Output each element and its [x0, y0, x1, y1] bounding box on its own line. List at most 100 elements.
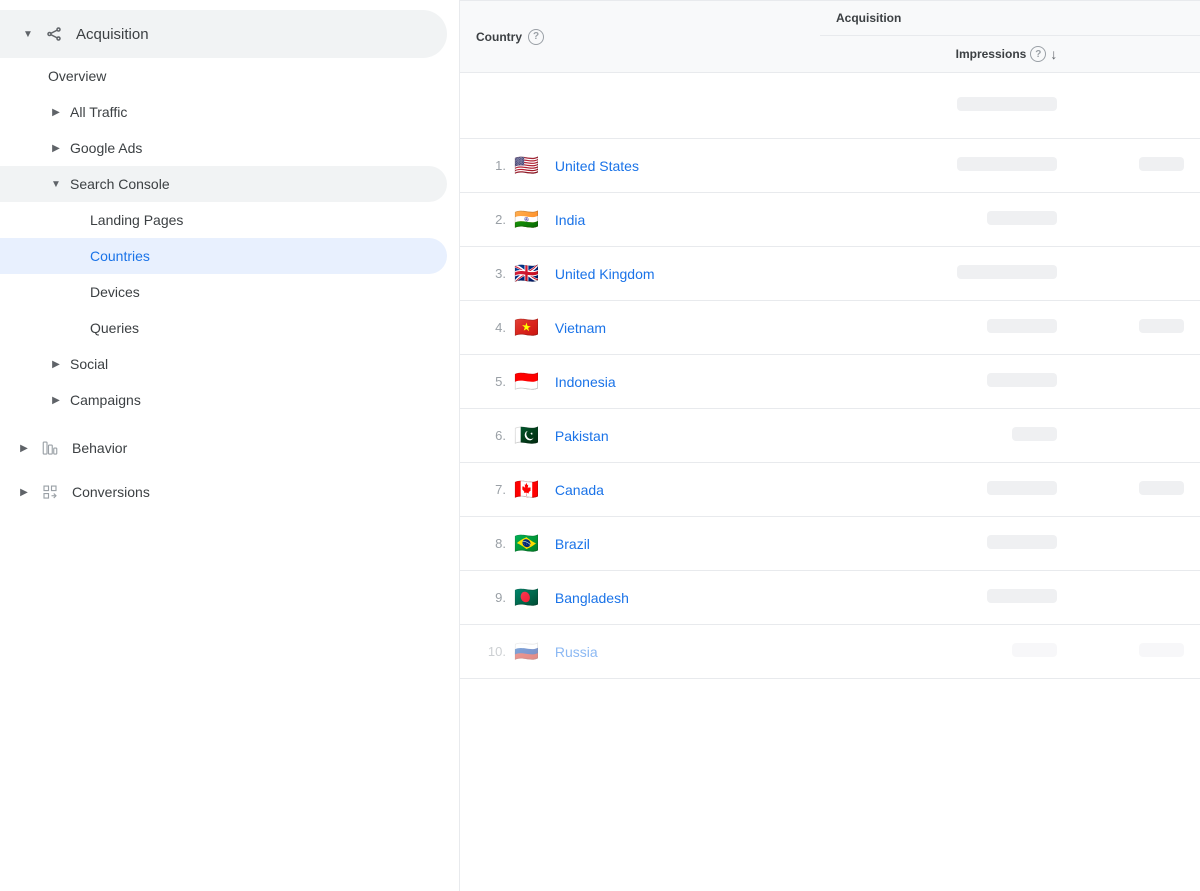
country-flag: 🇷🇺: [514, 639, 539, 664]
blurred-impressions-value: [987, 319, 1057, 333]
sidebar-item-conversions-label: Conversions: [72, 484, 150, 500]
sidebar-item-devices[interactable]: Devices: [0, 274, 447, 310]
column-acquisition-header: Acquisition: [820, 1, 1200, 36]
blurred-impressions-value: [1012, 427, 1057, 441]
extra-cell: [1073, 463, 1200, 517]
extra-cell: [1073, 139, 1200, 193]
country-flag: 🇬🇧: [514, 261, 539, 286]
sidebar-item-overview[interactable]: Overview: [0, 58, 447, 94]
country-flag: 🇧🇷: [514, 531, 539, 556]
sidebar-item-conversions[interactable]: ▶ Conversions: [0, 470, 447, 514]
table-row-top-blurred: [460, 73, 1200, 139]
row-number: 2.: [476, 212, 506, 227]
sidebar-item-behavior[interactable]: ▶ Behavior: [0, 426, 447, 470]
conversions-icon: [38, 480, 62, 504]
country-name[interactable]: Vietnam: [555, 320, 606, 336]
blurred-impressions-value: [957, 157, 1057, 171]
sidebar-item-social[interactable]: ▶ Social: [0, 346, 447, 382]
google-ads-arrow: ▶: [48, 140, 64, 156]
country-cell[interactable]: 9. 🇧🇩 Bangladesh: [460, 571, 820, 625]
country-name[interactable]: Russia: [555, 644, 598, 660]
blurred-impressions: [957, 97, 1057, 111]
row-number: 6.: [476, 428, 506, 443]
country-name[interactable]: United States: [555, 158, 639, 174]
impressions-cell: [820, 625, 1073, 679]
table-row: 5. 🇮🇩 Indonesia: [460, 355, 1200, 409]
table-row: 1. 🇺🇸 United States: [460, 139, 1200, 193]
extra-cell: [1073, 301, 1200, 355]
country-cell[interactable]: 4. 🇻🇳 Vietnam: [460, 301, 820, 355]
sidebar-item-countries-label: Countries: [90, 248, 150, 264]
blurred-impressions-value: [987, 373, 1057, 387]
column-acquisition-label: Acquisition: [836, 11, 901, 25]
sidebar-item-queries[interactable]: Queries: [0, 310, 447, 346]
country-cell[interactable]: 7. 🇨🇦 Canada: [460, 463, 820, 517]
impressions-cell: [820, 247, 1073, 301]
sidebar-item-campaigns-label: Campaigns: [70, 392, 141, 408]
countries-table: Country ? Acquisition Impressions ? ↓: [460, 0, 1200, 679]
column-impressions-label: Impressions: [956, 47, 1027, 61]
sidebar-item-google-ads[interactable]: ▶ Google Ads: [0, 130, 447, 166]
impressions-cell: [820, 139, 1073, 193]
sidebar-item-all-traffic[interactable]: ▶ All Traffic: [0, 94, 447, 130]
sidebar-item-campaigns[interactable]: ▶ Campaigns: [0, 382, 447, 418]
table-row: 10. 🇷🇺 Russia: [460, 625, 1200, 679]
blurred-impressions-value: [957, 265, 1057, 279]
impressions-help-icon[interactable]: ?: [1030, 46, 1046, 62]
country-cell[interactable]: 2. 🇮🇳 India: [460, 193, 820, 247]
impressions-cell: [820, 463, 1073, 517]
country-cell[interactable]: 6. 🇵🇰 Pakistan: [460, 409, 820, 463]
sidebar-item-behavior-label: Behavior: [72, 440, 127, 456]
sidebar-item-devices-label: Devices: [90, 284, 140, 300]
blurred-impressions-value: [987, 535, 1057, 549]
row-number: 5.: [476, 374, 506, 389]
sidebar-item-acquisition[interactable]: ▼ Acquisition: [0, 10, 447, 58]
sidebar-item-search-console[interactable]: ▼ Search Console: [0, 166, 447, 202]
table-row: 3. 🇬🇧 United Kingdom: [460, 247, 1200, 301]
impressions-cell: [820, 355, 1073, 409]
behavior-arrow: ▶: [16, 440, 32, 456]
sidebar: ▼ Acquisition Overview ▶ All Traffic ▶ G…: [0, 0, 460, 891]
table-row: 8. 🇧🇷 Brazil: [460, 517, 1200, 571]
extra-cell: [1073, 409, 1200, 463]
country-name[interactable]: Pakistan: [555, 428, 609, 444]
country-name[interactable]: Indonesia: [555, 374, 616, 390]
country-name[interactable]: Bangladesh: [555, 590, 629, 606]
column-impressions-header[interactable]: Impressions ? ↓: [820, 36, 1073, 73]
country-cell[interactable]: 3. 🇬🇧 United Kingdom: [460, 247, 820, 301]
country-cell[interactable]: 1. 🇺🇸 United States: [460, 139, 820, 193]
country-help-icon[interactable]: ?: [528, 29, 544, 45]
sidebar-item-countries[interactable]: Countries: [0, 238, 447, 274]
sidebar-item-acquisition-label: Acquisition: [76, 26, 149, 43]
country-flag: 🇵🇰: [514, 423, 539, 448]
country-flag: 🇺🇸: [514, 153, 539, 178]
country-name[interactable]: United Kingdom: [555, 266, 655, 282]
sidebar-item-google-ads-label: Google Ads: [70, 140, 142, 156]
country-flag: 🇮🇩: [514, 369, 539, 394]
table-row: 9. 🇧🇩 Bangladesh: [460, 571, 1200, 625]
country-flag: 🇧🇩: [514, 585, 539, 610]
sort-descending-icon[interactable]: ↓: [1050, 46, 1057, 62]
sidebar-item-landing-pages[interactable]: Landing Pages: [0, 202, 447, 238]
table-row: 7. 🇨🇦 Canada: [460, 463, 1200, 517]
blurred-impressions-value: [1012, 643, 1057, 657]
country-cell[interactable]: 8. 🇧🇷 Brazil: [460, 517, 820, 571]
extra-cell: [1073, 355, 1200, 409]
blurred-extra-value: [1139, 319, 1184, 333]
sidebar-item-overview-label: Overview: [48, 68, 106, 84]
table-row: 4. 🇻🇳 Vietnam: [460, 301, 1200, 355]
all-traffic-arrow: ▶: [48, 104, 64, 120]
country-cell[interactable]: 10. 🇷🇺 Russia: [460, 625, 820, 679]
country-flag: 🇮🇳: [514, 207, 539, 232]
table-row: 6. 🇵🇰 Pakistan: [460, 409, 1200, 463]
country-cell[interactable]: 5. 🇮🇩 Indonesia: [460, 355, 820, 409]
column-country-label: Country: [476, 30, 522, 44]
row-number: 1.: [476, 158, 506, 173]
acquisition-arrow: ▼: [20, 26, 36, 42]
social-arrow: ▶: [48, 356, 64, 372]
country-name[interactable]: Brazil: [555, 536, 590, 552]
country-name[interactable]: Canada: [555, 482, 604, 498]
extra-cell: [1073, 571, 1200, 625]
country-name[interactable]: India: [555, 212, 585, 228]
extra-cell: [1073, 247, 1200, 301]
